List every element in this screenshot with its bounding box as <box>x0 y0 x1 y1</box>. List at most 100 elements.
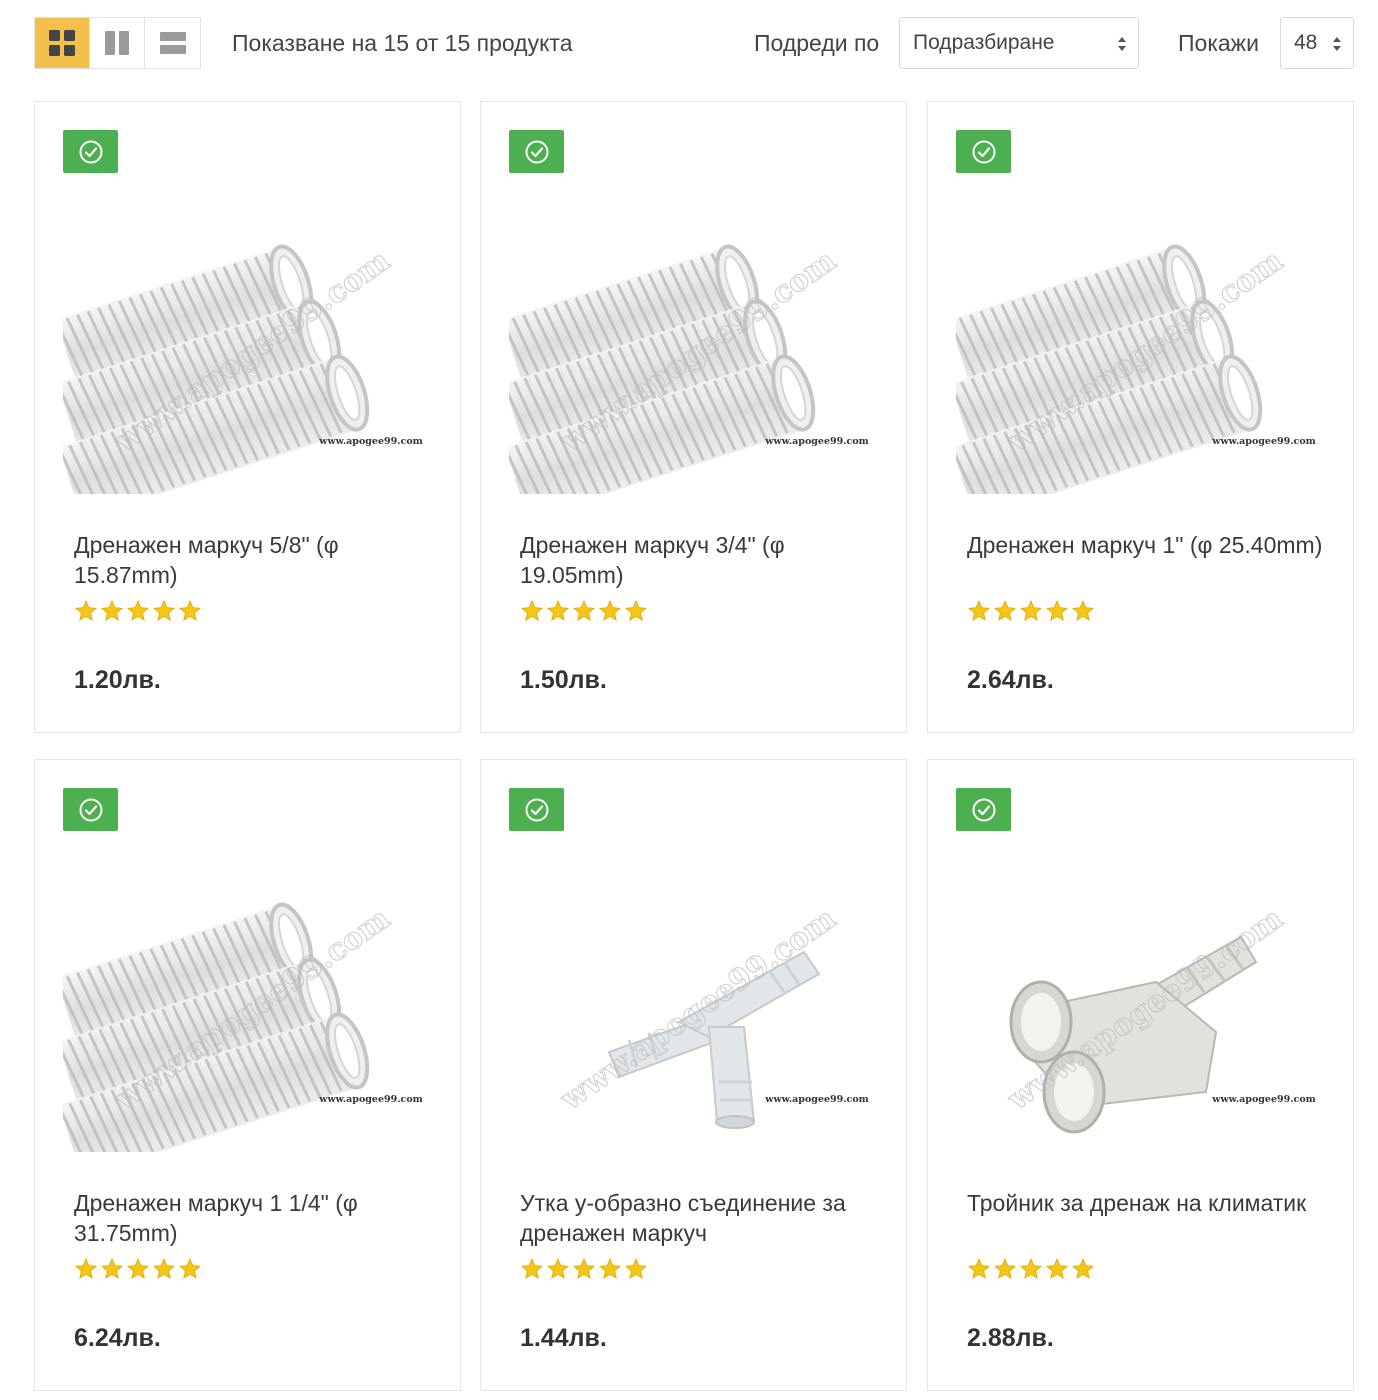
star-icon <box>994 600 1016 621</box>
show-label: Покажи <box>1178 30 1259 56</box>
star-icon <box>968 600 990 621</box>
star-icon <box>75 1258 97 1279</box>
star-icon <box>1072 600 1094 621</box>
star-icon <box>179 1258 201 1279</box>
in-stock-badge <box>63 130 118 173</box>
result-count: Показване на 15 от 15 продукта <box>232 30 573 56</box>
product-card[interactable]: www.apogee99.com www.apogee99.com Тройни… <box>927 759 1354 1391</box>
product-image[interactable]: www.apogee99.com www.apogee99.com <box>55 852 429 1176</box>
product-title[interactable]: Дренажен маркуч 1" (φ 25.40mm) <box>967 530 1327 560</box>
list-view-button[interactable] <box>145 18 200 68</box>
star-icon <box>153 1258 175 1279</box>
hose-image: www.apogee99.com www.apogee99.com <box>55 901 423 1176</box>
product-price: 1.44лв. <box>520 1324 607 1352</box>
per-page-select[interactable]: 48 <box>1280 17 1354 69</box>
sort-select[interactable]: Подразбиране <box>899 17 1139 69</box>
product-price: 6.24лв. <box>74 1324 161 1352</box>
product-card[interactable]: www.apogee99.com www.apogee99.com Утка у… <box>480 759 907 1391</box>
in-stock-badge <box>63 788 118 831</box>
star-icon <box>101 1258 123 1279</box>
image-caption: www.apogee99.com <box>318 436 422 447</box>
product-image[interactable]: www.apogee99.com www.apogee99.com <box>501 194 875 518</box>
star-icon <box>127 1258 149 1279</box>
product-price: 1.50лв. <box>520 666 607 694</box>
select-arrows-icon <box>1118 37 1126 51</box>
y-connector-image: www.apogee99.com www.apogee99.com <box>553 901 869 1129</box>
select-arrows-icon <box>1333 37 1341 51</box>
image-caption: www.apogee99.com <box>764 436 868 447</box>
product-card[interactable]: www.apogee99.com www.apogee99.com Дренаж… <box>927 101 1354 733</box>
shop-toolbar: Показване на 15 от 15 продукта Подреди п… <box>34 17 1354 69</box>
star-icon <box>1072 1258 1094 1279</box>
product-image[interactable]: www.apogee99.com www.apogee99.com <box>956 852 1322 1152</box>
star-icon <box>599 600 621 621</box>
product-price: 2.88лв. <box>967 1324 1054 1352</box>
product-title[interactable]: Дренажен маркуч 1 1/4" (φ 31.75mm) <box>74 1188 434 1248</box>
product-price: 2.64лв. <box>967 666 1054 694</box>
sort-select-value: Подразбиране <box>913 31 1055 54</box>
check-circle-icon <box>79 798 102 821</box>
star-icon <box>153 600 175 621</box>
star-icon <box>625 600 647 621</box>
rating-stars <box>74 599 202 623</box>
star-icon <box>1046 1258 1068 1279</box>
star-icon <box>521 600 543 621</box>
product-card[interactable]: www.apogee99.com www.apogee99.com Дренаж… <box>34 101 461 733</box>
star-icon <box>573 1258 595 1279</box>
in-stock-badge <box>509 130 564 173</box>
columns-view-button[interactable] <box>90 18 145 68</box>
star-icon <box>625 1258 647 1279</box>
list-icon <box>159 32 186 54</box>
check-circle-icon <box>79 140 102 163</box>
watermark-text: www.apogee99.com <box>554 901 843 1118</box>
columns-icon <box>105 31 129 55</box>
hose-image: www.apogee99.com www.apogee99.com <box>55 243 423 518</box>
product-image[interactable]: www.apogee99.com www.apogee99.com <box>55 194 429 518</box>
image-caption: www.apogee99.com <box>318 1094 422 1105</box>
product-title[interactable]: Дренажен маркуч 3/4" (φ 19.05mm) <box>520 530 880 590</box>
image-caption: www.apogee99.com <box>764 1094 868 1105</box>
star-icon <box>599 1258 621 1279</box>
star-icon <box>573 600 595 621</box>
star-icon <box>1020 600 1042 621</box>
star-icon <box>547 1258 569 1279</box>
check-circle-icon <box>972 798 995 821</box>
product-card[interactable]: www.apogee99.com www.apogee99.com Дренаж… <box>480 101 907 733</box>
image-caption: www.apogee99.com <box>1211 436 1315 447</box>
rating-stars <box>74 1257 202 1281</box>
check-circle-icon <box>525 140 548 163</box>
product-title[interactable]: Тройник за дренаж на климатик <box>967 1188 1327 1218</box>
product-card[interactable]: www.apogee99.com www.apogee99.com Дренаж… <box>34 759 461 1391</box>
hose-image: www.apogee99.com www.apogee99.com <box>501 243 869 518</box>
star-icon <box>994 1258 1016 1279</box>
hose-image: www.apogee99.com www.apogee99.com <box>948 243 1316 518</box>
product-title[interactable]: Утка у-образно съединение за дренажен ма… <box>520 1188 880 1248</box>
rating-stars <box>967 1257 1095 1281</box>
star-icon <box>1046 600 1068 621</box>
grid-view-button[interactable] <box>35 18 90 68</box>
grid-icon <box>49 30 75 56</box>
check-circle-icon <box>525 798 548 821</box>
sort-label: Подреди по <box>754 30 880 56</box>
star-icon <box>1020 1258 1042 1279</box>
product-price: 1.20лв. <box>74 666 161 694</box>
product-image[interactable]: www.apogee99.com www.apogee99.com <box>509 852 875 1152</box>
in-stock-badge <box>509 788 564 831</box>
product-title[interactable]: Дренажен маркуч 5/8" (φ 15.87mm) <box>74 530 434 590</box>
rating-stars <box>520 599 648 623</box>
rating-stars <box>520 1257 648 1281</box>
star-icon <box>127 600 149 621</box>
check-circle-icon <box>972 140 995 163</box>
in-stock-badge <box>956 130 1011 173</box>
star-icon <box>75 600 97 621</box>
image-caption: www.apogee99.com <box>1211 1094 1315 1105</box>
star-icon <box>521 1258 543 1279</box>
star-icon <box>101 600 123 621</box>
product-image[interactable]: www.apogee99.com www.apogee99.com <box>948 194 1322 518</box>
per-page-value: 48 <box>1294 31 1318 54</box>
star-icon <box>179 600 201 621</box>
star-icon <box>968 1258 990 1279</box>
tee-connector-image: www.apogee99.com www.apogee99.com <box>1000 901 1316 1134</box>
rating-stars <box>967 599 1095 623</box>
in-stock-badge <box>956 788 1011 831</box>
